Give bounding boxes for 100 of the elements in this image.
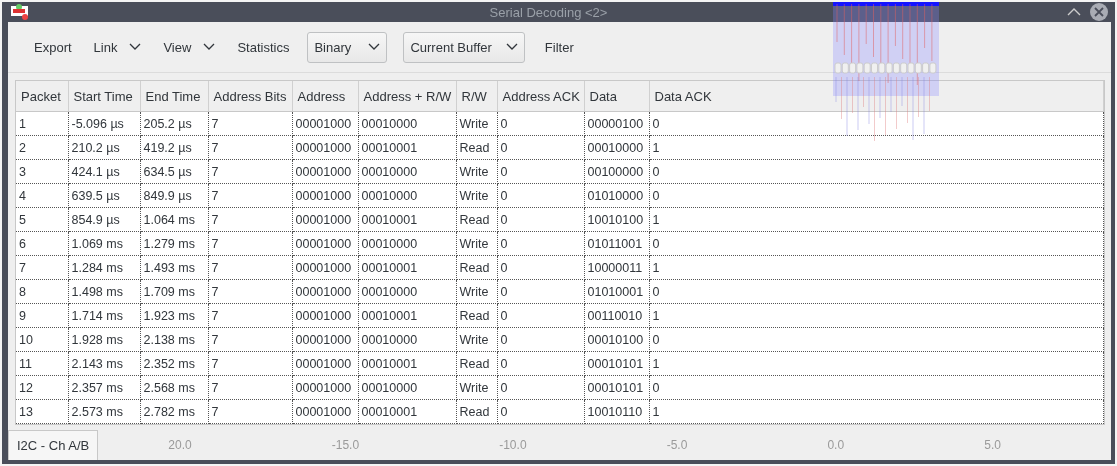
table-cell: 5 (16, 207, 68, 232)
table-cell: 424.1 µs (68, 159, 140, 184)
table-cell: 7 (208, 231, 292, 256)
app-logo-icon (10, 3, 30, 21)
table-cell: 12 (16, 375, 68, 400)
column-header[interactable]: Address ACK (497, 81, 584, 112)
axis-label: -5.0 (666, 438, 688, 452)
column-header[interactable]: R/W (456, 81, 497, 112)
menu-button[interactable]: Link (89, 35, 146, 59)
minimize-icon[interactable] (1067, 7, 1081, 17)
table-cell: 00001000 (292, 351, 358, 376)
table-cell: 2.352 ms (140, 351, 208, 376)
column-header[interactable]: Start Time (68, 81, 140, 112)
table-cell: Write (456, 231, 497, 256)
toolbar-button[interactable]: Export (30, 35, 76, 59)
column-header[interactable]: Packet (16, 81, 68, 112)
table-cell: 1.923 ms (140, 303, 208, 328)
table-cell: Write (456, 183, 497, 208)
table-cell: 00010000 (358, 111, 456, 136)
table-cell: Read (456, 135, 497, 160)
table-cell: 2.143 ms (68, 351, 140, 376)
table-cell: 0 (497, 183, 584, 208)
table-cell: 1 (649, 255, 1104, 280)
toolbar-button[interactable]: Statistics (233, 35, 294, 59)
table-cell: 7 (208, 207, 292, 232)
table-cell: 0 (497, 303, 584, 328)
table-cell: 00001000 (292, 375, 358, 400)
chevron-down-icon (368, 43, 381, 51)
column-header[interactable]: Address Bits (208, 81, 292, 112)
table-cell: 854.9 µs (68, 207, 140, 232)
table-cell: 0 (497, 231, 584, 256)
table-cell: 7 (208, 399, 292, 424)
table-cell: 7 (208, 183, 292, 208)
table-cell: Write (456, 327, 497, 352)
channel-tab[interactable]: I2C - Ch A/B (8, 430, 99, 460)
table-cell: 7 (208, 111, 292, 136)
column-header[interactable]: Address (292, 81, 358, 112)
table-cell: 00010001 (358, 207, 456, 232)
table-cell: 00001000 (292, 207, 358, 232)
table-cell: 0 (497, 111, 584, 136)
table-cell: 00001000 (292, 231, 358, 256)
table-cell: 7 (16, 255, 68, 280)
table-cell: 1.069 ms (68, 231, 140, 256)
table-cell: 10 (16, 327, 68, 352)
table-cell: 00001000 (292, 111, 358, 136)
table-cell: Read (456, 399, 497, 424)
table-cell: Read (456, 351, 497, 376)
table-cell: 01010001 (584, 279, 649, 304)
table-cell: 7 (208, 351, 292, 376)
axis-label: 5.0 (984, 438, 1001, 452)
dropdown[interactable]: Current Buffer (403, 31, 525, 63)
table-cell: 1 (16, 111, 68, 136)
table-cell: 00001000 (292, 255, 358, 280)
table-cell: 00010101 (584, 351, 649, 376)
table-cell: 7 (208, 303, 292, 328)
table-cell: 10010110 (584, 399, 649, 424)
table-cell: 0 (649, 279, 1104, 304)
table-cell: Write (456, 111, 497, 136)
table-cell: 2.573 ms (68, 399, 140, 424)
table-cell: 00010000 (358, 231, 456, 256)
table-cell: Read (456, 255, 497, 280)
table-cell: 00110010 (584, 303, 649, 328)
column-header[interactable]: Data (584, 81, 649, 112)
table-cell: 0 (497, 255, 584, 280)
table-cell: 0 (497, 327, 584, 352)
table-cell: 1.279 ms (140, 231, 208, 256)
table-cell: 1.498 ms (68, 279, 140, 304)
table-cell: 00001000 (292, 279, 358, 304)
column-header[interactable]: Data ACK (649, 81, 1104, 112)
dropdown[interactable]: Binary (307, 31, 388, 63)
table-cell: 00010000 (358, 279, 456, 304)
table-cell: Read (456, 207, 497, 232)
table-cell: 00010001 (358, 135, 456, 160)
column-header[interactable]: Address + R/W (358, 81, 456, 112)
table-cell: 2.568 ms (140, 375, 208, 400)
table-cell: 10000011 (584, 255, 649, 280)
close-icon[interactable] (1089, 2, 1109, 22)
toolbar-button[interactable]: Filter (540, 35, 578, 59)
table-cell: 3 (16, 159, 68, 184)
column-header[interactable]: End Time (140, 81, 208, 112)
table-cell: 205.2 µs (140, 111, 208, 136)
table-cell: 00001000 (292, 327, 358, 352)
table-cell: 13 (16, 399, 68, 424)
table-cell: 6 (16, 231, 68, 256)
table-cell: 0 (649, 183, 1104, 208)
table-cell: 1 (649, 303, 1104, 328)
table-cell: 7 (208, 327, 292, 352)
table-cell: 0 (649, 159, 1104, 184)
table-cell: 1 (649, 207, 1104, 232)
table-cell: 11 (16, 351, 68, 376)
table-cell: 4 (16, 183, 68, 208)
table-cell: Write (456, 375, 497, 400)
menu-button[interactable]: View (159, 35, 220, 59)
table-cell: 00010101 (584, 375, 649, 400)
table-cell: 00010001 (358, 303, 456, 328)
table-cell: 2.782 ms (140, 399, 208, 424)
table-cell: 00100000 (584, 159, 649, 184)
table-cell: 00001000 (292, 159, 358, 184)
table-cell: 10010100 (584, 207, 649, 232)
axis-label: -10.0 (499, 438, 527, 452)
